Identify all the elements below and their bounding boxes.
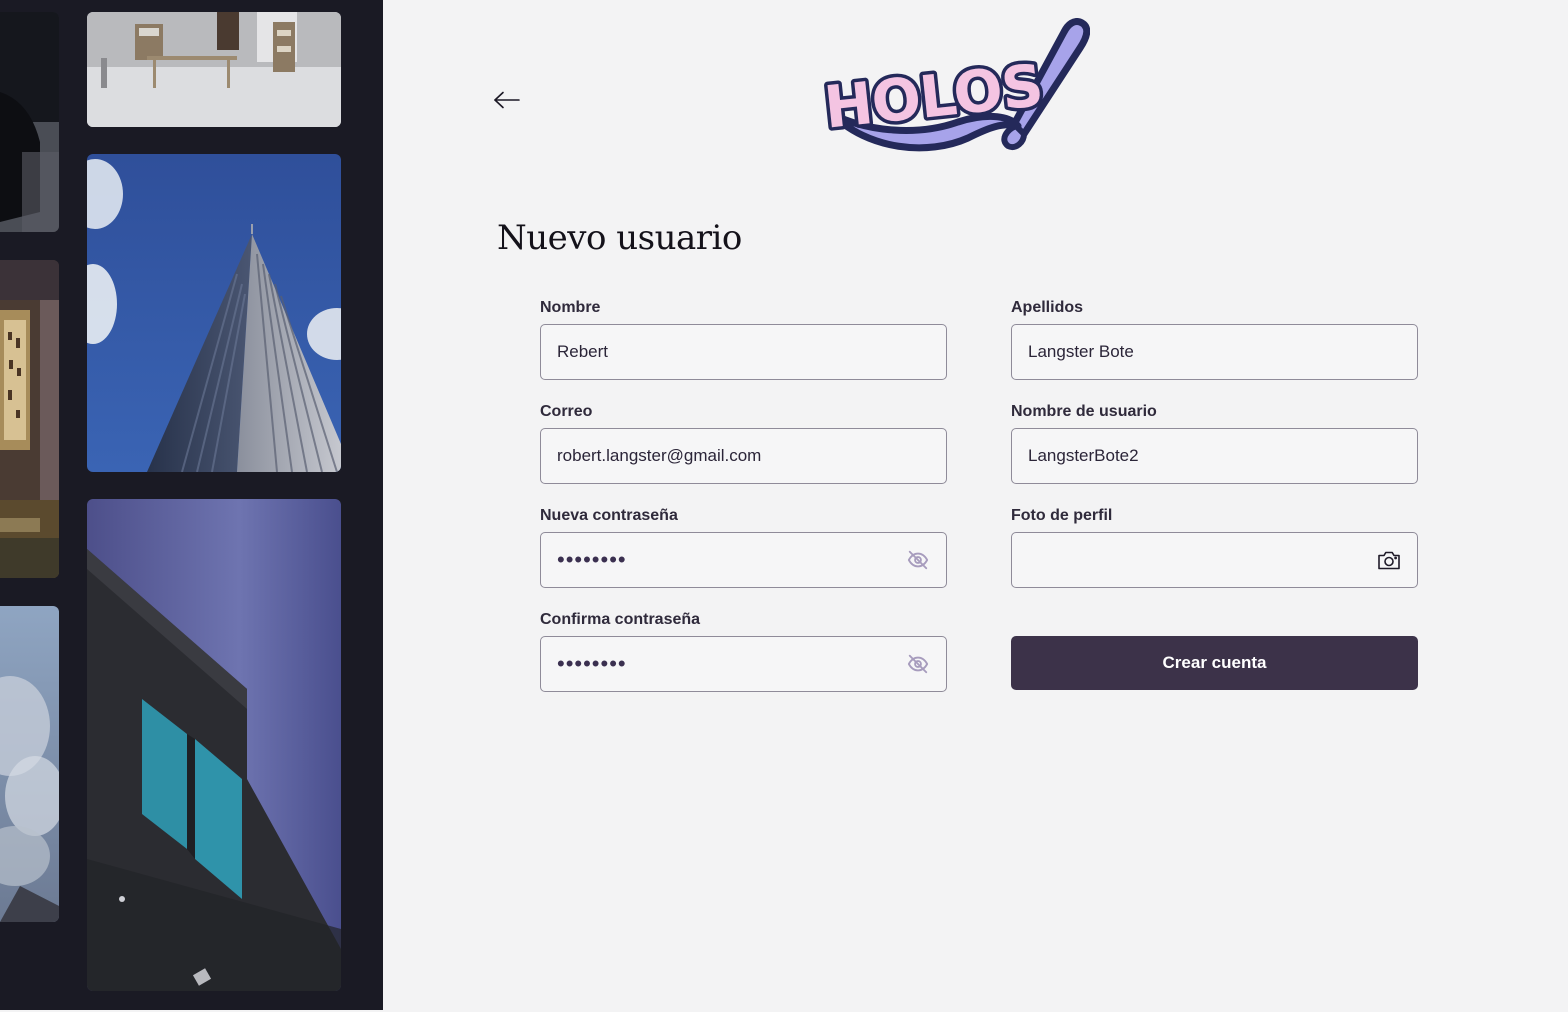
- back-button[interactable]: [490, 86, 524, 114]
- username-input[interactable]: [1012, 429, 1417, 483]
- profile-photo-label: Foto de perfil: [1011, 507, 1113, 524]
- image-gallery: [0, 0, 383, 1010]
- skyscraper-photo: [87, 154, 341, 472]
- eye-off-icon: [907, 654, 929, 674]
- last-name-field: Apellidos: [1011, 299, 1418, 380]
- email-box: [540, 428, 947, 484]
- toggle-confirm-visibility-button[interactable]: [906, 652, 930, 676]
- password-field: Nueva contraseña: [540, 507, 947, 588]
- password-input[interactable]: [541, 533, 946, 587]
- profile-photo-field: Foto de perfil: [1011, 507, 1418, 588]
- username-box: [1011, 428, 1418, 484]
- room-photo: [87, 12, 341, 127]
- upload-photo-button[interactable]: [1377, 548, 1401, 572]
- email-field: Correo: [540, 403, 947, 484]
- confirm-password-box: [540, 636, 947, 692]
- last-name-label: Apellidos: [1011, 299, 1084, 316]
- password-label: Nueva contraseña: [540, 507, 678, 524]
- signup-screen: HOLOS Nuevo usuario Nombre Apellidos Cor…: [0, 0, 1568, 1012]
- eye-off-icon: [907, 550, 929, 570]
- profile-photo-input[interactable]: [1012, 533, 1417, 587]
- wall-scroll-photo: [0, 260, 59, 578]
- first-name-label: Nombre: [540, 299, 601, 316]
- first-name-box: [540, 324, 947, 380]
- first-name-field: Nombre: [540, 299, 947, 380]
- username-field: Nombre de usuario: [1011, 403, 1418, 484]
- camera-icon: [1378, 551, 1400, 570]
- last-name-box: [1011, 324, 1418, 380]
- interior-photo: [0, 12, 59, 232]
- signup-panel: HOLOS Nuevo usuario Nombre Apellidos Cor…: [383, 0, 1568, 1012]
- sky-photo: [0, 606, 59, 922]
- confirm-password-field: Confirma contraseña: [540, 611, 947, 692]
- password-box: [540, 532, 947, 588]
- arrow-left-icon: [494, 91, 520, 109]
- page-title: Nuevo usuario: [497, 218, 742, 258]
- confirm-password-label: Confirma contraseña: [540, 611, 701, 628]
- email-input[interactable]: [541, 429, 946, 483]
- last-name-input[interactable]: [1012, 325, 1417, 379]
- create-account-button[interactable]: Crear cuenta: [1011, 636, 1418, 690]
- holos-logo: HOLOS: [817, 18, 1091, 158]
- toggle-password-visibility-button[interactable]: [906, 548, 930, 572]
- building-facade-photo: [87, 499, 341, 991]
- first-name-input[interactable]: [541, 325, 946, 379]
- email-label: Correo: [540, 403, 593, 420]
- username-label: Nombre de usuario: [1011, 403, 1157, 420]
- profile-photo-box[interactable]: [1011, 532, 1418, 588]
- confirm-password-input[interactable]: [541, 637, 946, 691]
